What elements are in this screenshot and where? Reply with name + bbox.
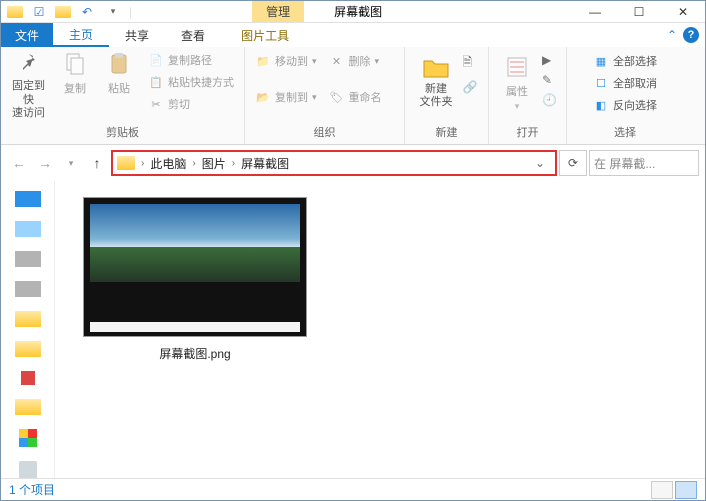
select-all-button[interactable]: ▦全部选择 — [589, 51, 661, 71]
view-details-button[interactable] — [651, 481, 673, 499]
nav-folder-icon[interactable] — [15, 399, 41, 415]
qat-dropdown-icon[interactable]: ▾ — [103, 6, 123, 17]
file-thumbnail — [83, 197, 307, 337]
properties-icon — [503, 53, 531, 81]
maximize-button[interactable]: ☐ — [617, 1, 661, 23]
chevron-right-icon[interactable]: › — [232, 158, 235, 169]
group-open-label: 打开 — [517, 122, 539, 142]
back-button[interactable]: ← — [7, 151, 31, 175]
cut-icon: ✂ — [148, 96, 164, 112]
file-item[interactable]: 屏幕截图.png — [83, 197, 307, 362]
status-item-count: 1 个项目 — [9, 481, 55, 498]
copy-to-button[interactable]: 📂复制到▾ — [251, 87, 321, 107]
tab-view[interactable]: 查看 — [165, 23, 221, 47]
copy-to-icon: 📂 — [255, 89, 271, 105]
nav-windows-icon[interactable] — [19, 429, 37, 447]
group-new-label: 新建 — [436, 122, 458, 142]
chevron-right-icon[interactable]: › — [141, 158, 144, 169]
move-to-icon: 📁 — [255, 53, 271, 69]
select-none-button[interactable]: ☐全部取消 — [589, 73, 661, 93]
pin-label: 固定到快 速访问 — [11, 80, 46, 120]
properties-button[interactable]: 属性 ▾ — [498, 51, 536, 114]
nav-bar: ← → ▾ ↑ › 此电脑 › 图片 › 屏幕截图 ⌄ ⟳ 在 屏幕截... — [1, 145, 705, 181]
paste-button[interactable]: 粘贴 — [100, 48, 138, 98]
file-name: 屏幕截图.png — [159, 345, 230, 362]
refresh-button[interactable]: ⟳ — [559, 150, 587, 176]
nav-downloads-icon[interactable] — [15, 221, 41, 237]
invert-icon: ◧ — [593, 97, 609, 113]
easy-access-icon[interactable]: 🔗 — [463, 80, 478, 94]
tab-home[interactable]: 主页 — [53, 23, 109, 47]
copy-label: 复制 — [64, 80, 86, 96]
copy-path-button[interactable]: 📄复制路径 — [144, 50, 238, 70]
contextual-tab-manage[interactable]: 管理 — [252, 1, 304, 22]
nav-desktop-icon[interactable] — [15, 191, 41, 207]
help-icon[interactable]: ? — [683, 27, 699, 43]
rename-icon: 🏷 — [329, 89, 345, 105]
window-title: 屏幕截图 — [334, 3, 382, 20]
file-list[interactable]: 屏幕截图.png — [55, 181, 705, 481]
crumb-pictures[interactable]: 图片 — [198, 155, 230, 172]
tab-strip: 文件 主页 共享 查看 图片工具 ⌃ ? — [1, 23, 705, 47]
delete-icon: ✕ — [329, 53, 345, 69]
status-bar: 1 个项目 — [1, 478, 705, 500]
edit-icon[interactable]: ✎ — [542, 73, 557, 87]
copy-path-icon: 📄 — [148, 52, 164, 68]
nav-videos-icon[interactable] — [21, 371, 35, 385]
invert-selection-button[interactable]: ◧反向选择 — [589, 95, 661, 115]
new-item-icon[interactable]: 🗎 — [463, 53, 478, 74]
open-icon[interactable]: ▶ — [542, 53, 557, 67]
new-folder-icon — [422, 53, 450, 81]
main-area: 屏幕截图.png — [1, 181, 705, 481]
group-clipboard-label: 剪贴板 — [106, 122, 139, 142]
pin-icon — [15, 50, 43, 78]
search-input[interactable]: 在 屏幕截... — [589, 150, 699, 176]
copy-button[interactable]: 复制 — [56, 48, 94, 98]
ribbon: 固定到快 速访问 复制 粘贴 📄复制路径 📋粘贴快捷方式 ✂剪切 剪贴板 📁移动… — [1, 47, 705, 145]
breadcrumb-folder-icon — [117, 156, 135, 170]
undo-icon[interactable]: ↶ — [77, 5, 97, 19]
rename-button[interactable]: 🏷重命名 — [325, 87, 386, 107]
chevron-right-icon[interactable]: › — [192, 158, 195, 169]
app-icon — [7, 6, 23, 18]
nav-pictures-icon[interactable] — [15, 281, 41, 297]
view-thumbnails-button[interactable] — [675, 481, 697, 499]
qat-folder-icon[interactable] — [55, 6, 71, 18]
select-none-icon: ☐ — [593, 75, 609, 91]
collapse-icon[interactable]: ⌃ — [667, 28, 677, 42]
nav-folder-icon[interactable] — [15, 341, 41, 357]
crumb-folder[interactable]: 屏幕截图 — [237, 155, 293, 172]
minimize-button[interactable]: — — [573, 1, 617, 23]
nav-recycle-icon[interactable] — [19, 461, 37, 479]
paste-shortcut-button[interactable]: 📋粘贴快捷方式 — [144, 72, 238, 92]
nav-folder-icon[interactable] — [15, 311, 41, 327]
group-organize-label: 组织 — [314, 122, 336, 142]
tab-share[interactable]: 共享 — [109, 23, 165, 47]
close-button[interactable]: ✕ — [661, 1, 705, 23]
crumb-root[interactable]: 此电脑 — [146, 155, 190, 172]
tab-file[interactable]: 文件 — [1, 23, 53, 47]
tab-image-tools[interactable]: 图片工具 — [225, 23, 305, 47]
copy-icon — [61, 50, 89, 78]
delete-button[interactable]: ✕删除▾ — [325, 51, 384, 71]
up-button[interactable]: ↑ — [85, 151, 109, 175]
title-bar: ☑ ↶ ▾ | 管理 屏幕截图 — ☐ ✕ — [1, 1, 705, 23]
move-to-button[interactable]: 📁移动到▾ — [251, 51, 321, 71]
cut-button[interactable]: ✂剪切 — [144, 94, 238, 114]
qat-checkbox-icon[interactable]: ☑ — [29, 5, 49, 19]
nav-pane[interactable] — [1, 181, 55, 481]
select-all-icon: ▦ — [593, 53, 609, 69]
forward-button[interactable]: → — [33, 151, 57, 175]
history-icon[interactable]: 🕘 — [542, 93, 557, 107]
nav-documents-icon[interactable] — [15, 251, 41, 267]
paste-icon — [105, 50, 133, 78]
recent-dropdown-icon[interactable]: ▾ — [59, 151, 83, 175]
group-select-label: 选择 — [614, 122, 636, 142]
pin-button[interactable]: 固定到快 速访问 — [7, 48, 50, 122]
paste-shortcut-icon: 📋 — [148, 74, 164, 90]
breadcrumb[interactable]: › 此电脑 › 图片 › 屏幕截图 ⌄ — [111, 150, 557, 176]
paste-label: 粘贴 — [108, 80, 130, 96]
new-folder-button[interactable]: 新建 文件夹 — [416, 51, 457, 111]
breadcrumb-dropdown-icon[interactable]: ⌄ — [529, 156, 551, 170]
